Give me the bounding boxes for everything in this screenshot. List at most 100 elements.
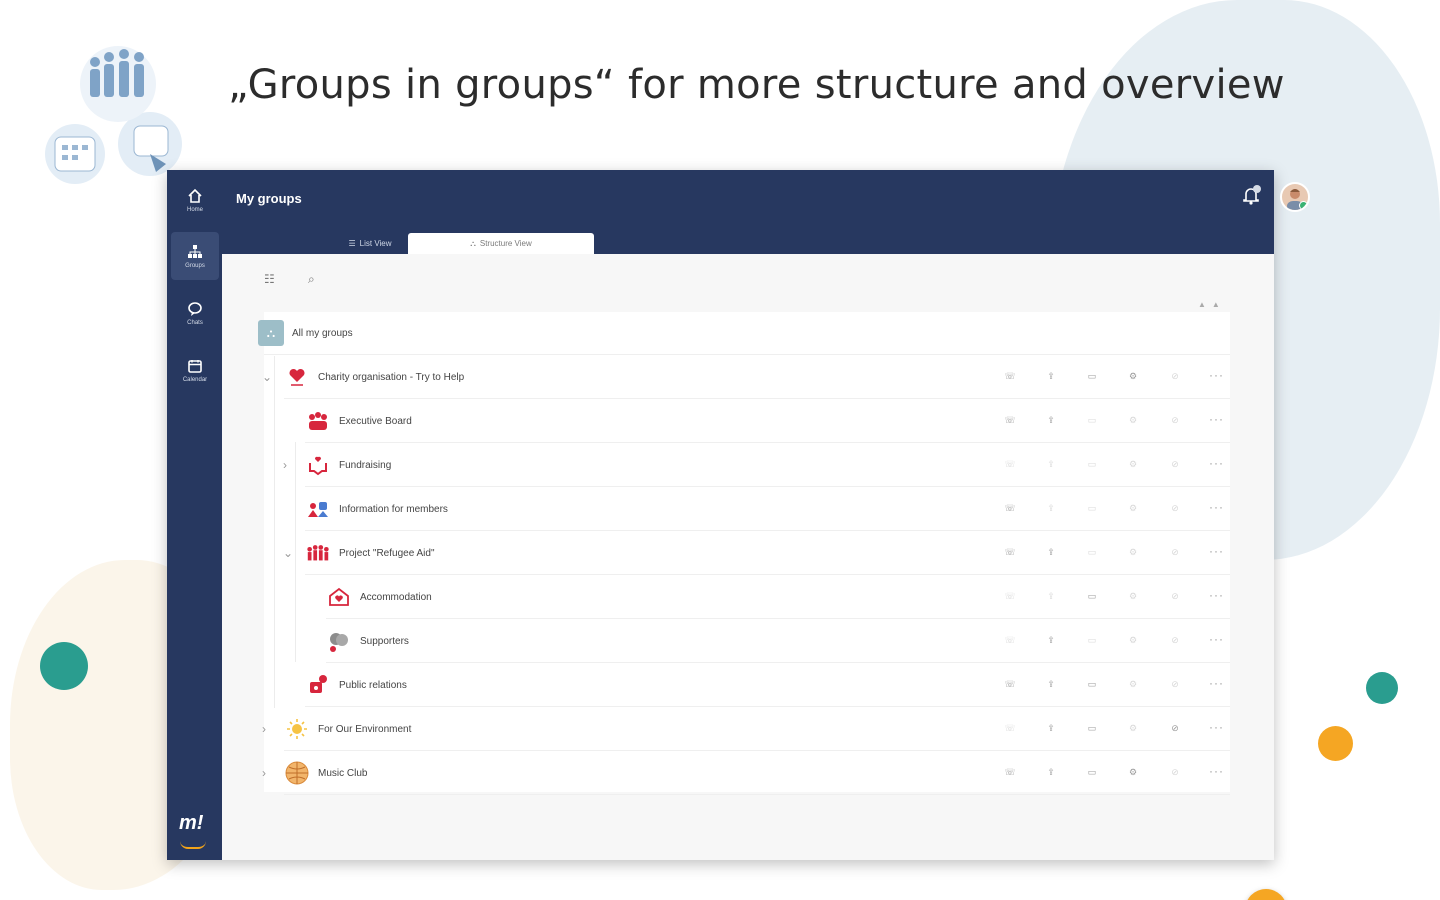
orange-dot-right [1318, 726, 1353, 761]
share-icon[interactable]: ⇪ [1045, 634, 1057, 646]
collapse-all-icon[interactable]: ☷ [264, 272, 275, 286]
calls-icon[interactable]: ☏ [1004, 590, 1016, 602]
files-icon[interactable]: ▭ [1086, 678, 1098, 690]
more-options-icon[interactable]: ··· [1209, 588, 1224, 602]
group-row[interactable]: Executive Board ☏ ⇪ ▭ ⚙ ⊘ ··· [305, 400, 1230, 443]
app-logo[interactable]: m! [179, 812, 203, 835]
group-tree: ⛬ All my groups Charity organisation - T… [258, 312, 1230, 795]
more-options-icon[interactable]: ··· [1209, 544, 1224, 558]
more-options-icon[interactable]: ··· [1209, 720, 1224, 734]
calls-icon[interactable]: ☏ [1004, 370, 1016, 382]
group-row[interactable]: Project "Refugee Aid" ☏ ⇪ ▭ ⚙ ⊘ ··· [305, 532, 1230, 575]
chevron-down-icon[interactable]: ⌄ [262, 370, 272, 384]
calls-icon[interactable]: ☏ [1004, 678, 1016, 690]
share-icon[interactable]: ⇪ [1045, 678, 1057, 690]
files-icon[interactable]: ▭ [1086, 414, 1098, 426]
group-row[interactable]: Accommodation ☏ ⇪ ▭ ⚙ ⊘ ··· [326, 576, 1230, 619]
chat-icon [188, 301, 202, 316]
share-icon[interactable]: ⇪ [1045, 722, 1057, 734]
share-icon[interactable]: ⇪ [1045, 370, 1057, 382]
app-window: Home Groups Chats Calendar m! My groups [167, 170, 1310, 900]
files-icon[interactable]: ▭ [1086, 590, 1098, 602]
group-row[interactable]: Charity organisation - Try to Help ☏ ⇪ ▭ ⚙ ⊘ ·… [284, 356, 1230, 399]
settings-icon[interactable]: ⚙ [1127, 502, 1139, 514]
settings-icon[interactable]: ⚙ [1127, 766, 1139, 778]
share-icon[interactable]: ⇪ [1045, 546, 1057, 558]
tab-structure-view[interactable]: ⛬ Structure View [408, 233, 594, 254]
notifications-icon[interactable]: ⊘ [1169, 458, 1181, 470]
notifications-icon[interactable]: ⊘ [1169, 766, 1181, 778]
files-icon[interactable]: ▭ [1086, 546, 1098, 558]
chevron-down-icon[interactable]: ⌄ [283, 546, 293, 560]
settings-icon[interactable]: ⚙ [1127, 370, 1139, 382]
share-icon[interactable]: ⇪ [1045, 414, 1057, 426]
chevron-right-icon[interactable]: › [283, 458, 287, 472]
calls-icon[interactable]: ☏ [1004, 634, 1016, 646]
group-row[interactable]: Information for members ☏ ⇪ ▭ ⚙ ⊘ ··· [305, 488, 1230, 531]
group-row[interactable]: Supporters ☏ ⇪ ▭ ⚙ ⊘ ··· [326, 620, 1230, 663]
more-options-icon[interactable]: ··· [1209, 412, 1224, 426]
settings-icon[interactable]: ⚙ [1127, 414, 1139, 426]
groups-root-icon: ⛬ [258, 320, 284, 346]
settings-icon[interactable]: ⚙ [1127, 590, 1139, 602]
share-icon[interactable]: ⇪ [1045, 458, 1057, 470]
calls-icon[interactable]: ☏ [1004, 414, 1016, 426]
settings-icon[interactable]: ⚙ [1127, 722, 1139, 734]
nav-groups[interactable]: Groups [171, 232, 219, 280]
more-options-icon[interactable]: ··· [1209, 368, 1224, 382]
chevron-right-icon[interactable]: › [262, 766, 266, 780]
group-row[interactable]: Music Club ☏ ⇪ ▭ ⚙ ⊘ ··· [284, 752, 1230, 795]
tree-root[interactable]: ⛬ All my groups [258, 312, 1230, 355]
settings-icon[interactable]: ⚙ [1127, 678, 1139, 690]
settings-icon[interactable]: ⚙ [1127, 634, 1139, 646]
add-group-button[interactable]: + [1245, 889, 1287, 900]
sort-arrows-icon[interactable]: ▲▲ [1198, 300, 1226, 309]
share-icon[interactable]: ⇪ [1045, 766, 1057, 778]
nav-home[interactable]: Home [171, 176, 219, 224]
notifications-icon[interactable]: ⊘ [1169, 546, 1181, 558]
sidebar-nav: Home Groups Chats Calendar m! [167, 170, 222, 860]
calls-icon[interactable]: ☏ [1004, 766, 1016, 778]
structure-icon: ⛬ [470, 238, 476, 248]
group-row[interactable]: Fundraising ☏ ⇪ ▭ ⚙ ⊘ ··· [305, 444, 1230, 487]
more-options-icon[interactable]: ··· [1209, 676, 1224, 690]
notifications-icon[interactable]: ⊘ [1169, 634, 1181, 646]
files-icon[interactable]: ▭ [1086, 634, 1098, 646]
tab-structure-view-label: Structure View [479, 239, 532, 248]
settings-icon[interactable]: ⚙ [1127, 546, 1139, 558]
files-icon[interactable]: ▭ [1086, 722, 1098, 734]
more-options-icon[interactable]: ··· [1209, 500, 1224, 514]
notifications-icon[interactable]: ⊘ [1169, 590, 1181, 602]
notifications-icon[interactable]: ⊘ [1169, 678, 1181, 690]
files-icon[interactable]: ▭ [1086, 766, 1098, 778]
notifications-icon[interactable]: ⊘ [1169, 414, 1181, 426]
calls-icon[interactable]: ☏ [1004, 722, 1016, 734]
calls-icon[interactable]: ☏ [1004, 502, 1016, 514]
notifications-icon[interactable]: ⊘ [1169, 370, 1181, 382]
group-row[interactable]: For Our Environment ☏ ⇪ ▭ ⚙ ⊘ ··· [284, 708, 1230, 751]
promo-stage: „Groups in groups“ for more structure an… [0, 0, 1440, 900]
nav-calendar[interactable]: Calendar [171, 346, 219, 394]
files-icon[interactable]: ▭ [1086, 370, 1098, 382]
notifications-icon[interactable]: ⊘ [1169, 502, 1181, 514]
notifications-icon[interactable]: ⊘ [1169, 722, 1181, 734]
share-icon[interactable]: ⇪ [1045, 502, 1057, 514]
more-options-icon[interactable]: ··· [1209, 456, 1224, 470]
tree-guide-line [274, 356, 275, 708]
calls-icon[interactable]: ☏ [1004, 458, 1016, 470]
calls-icon[interactable]: ☏ [1004, 546, 1016, 558]
chevron-right-icon[interactable]: › [262, 722, 266, 736]
list-view-icon: ☰ [348, 239, 356, 248]
nav-chats[interactable]: Chats [171, 289, 219, 337]
search-icon[interactable]: ⌕ [308, 272, 315, 287]
more-options-icon[interactable]: ··· [1209, 632, 1224, 646]
settings-icon[interactable]: ⚙ [1127, 458, 1139, 470]
more-options-icon[interactable]: ··· [1209, 764, 1224, 778]
nav-chats-label: Chats [187, 319, 203, 326]
files-icon[interactable]: ▭ [1086, 458, 1098, 470]
share-icon[interactable]: ⇪ [1045, 590, 1057, 602]
group-row[interactable]: Public relations ☏ ⇪ ▭ ⚙ ⊘ ··· [305, 664, 1230, 707]
user-avatar[interactable] [1280, 182, 1310, 212]
notification-bell-icon[interactable] [1240, 184, 1262, 206]
files-icon[interactable]: ▭ [1086, 502, 1098, 514]
